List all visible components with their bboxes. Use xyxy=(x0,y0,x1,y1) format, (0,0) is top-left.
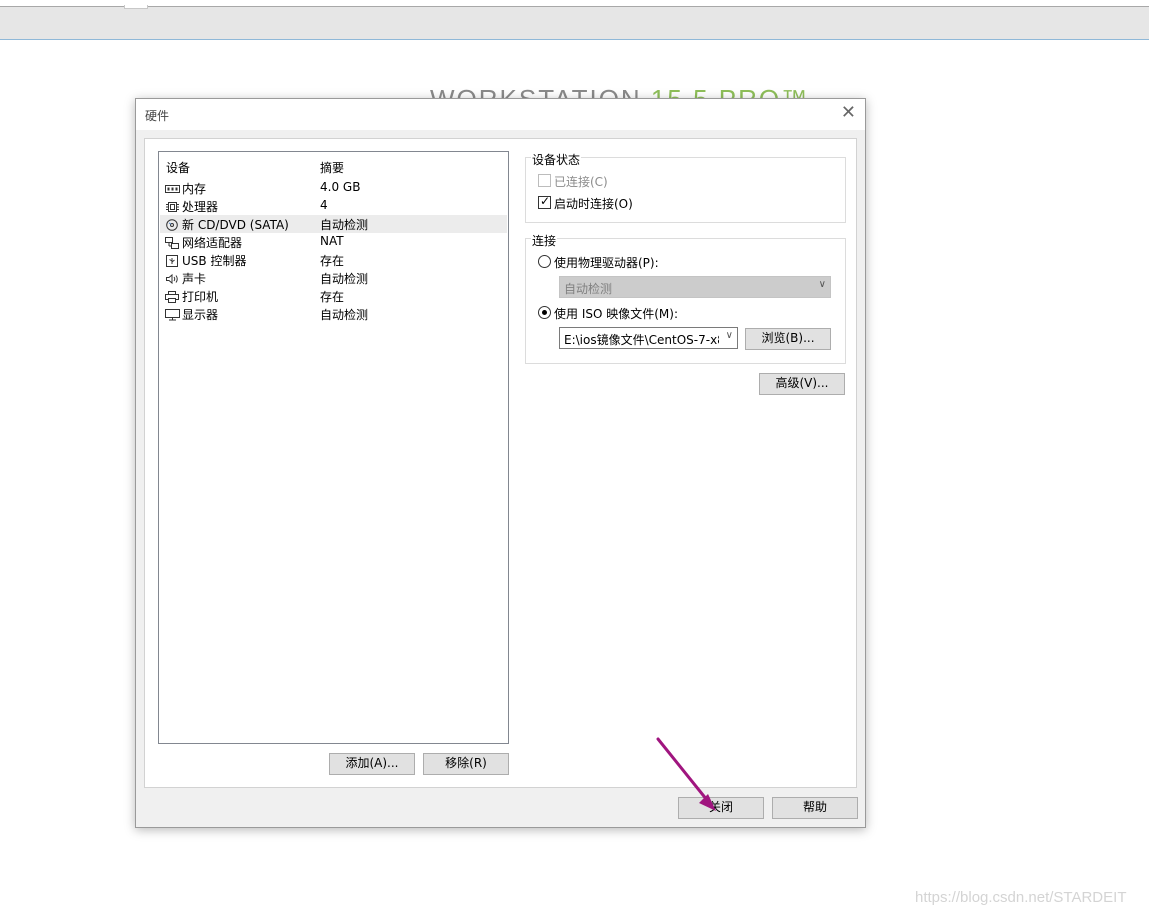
chevron-down-icon: ∨ xyxy=(725,330,733,341)
physical-drive-radio[interactable] xyxy=(538,255,551,268)
device-status-legend: 设备状态 xyxy=(531,151,582,168)
help-button[interactable]: 帮助 xyxy=(772,797,858,819)
advanced-button[interactable]: 高级(V)... xyxy=(759,373,845,395)
radio-selected-dot xyxy=(542,310,547,315)
device-name: 显示器 xyxy=(182,308,219,322)
column-header-device: 设备 xyxy=(166,161,191,175)
column-header-summary: 摘要 xyxy=(320,161,345,175)
device-row-printer[interactable]: 打印机 存在 xyxy=(160,287,507,305)
device-summary: 存在 xyxy=(320,254,345,268)
device-name: 声卡 xyxy=(182,272,207,286)
device-name: 打印机 xyxy=(182,290,219,304)
device-summary: 4 xyxy=(320,198,328,212)
watermark-text: https://blog.csdn.net/STARDEIT xyxy=(915,889,1127,906)
device-list-header: 设备 摘要 xyxy=(166,159,496,177)
processor-icon xyxy=(165,201,180,213)
dialog-content-panel: 设备 摘要 内存 4.0 GB 处理器 4 新 CD/DVD (SATA) 自动… xyxy=(144,138,857,788)
device-name: 网络适配器 xyxy=(182,236,243,250)
device-name: USB 控制器 xyxy=(182,254,247,268)
display-icon xyxy=(165,309,180,321)
iso-path-value: E:\ios镜像文件\CentOS-7-x8 xyxy=(564,333,719,347)
device-name: 处理器 xyxy=(182,200,219,214)
dialog-title: 硬件 xyxy=(145,109,170,123)
device-summary: 自动检测 xyxy=(320,272,369,286)
connect-on-power-on-label: 启动时连接(O) xyxy=(554,197,633,211)
device-summary: 4.0 GB xyxy=(320,180,361,194)
device-list[interactable]: 设备 摘要 内存 4.0 GB 处理器 4 新 CD/DVD (SATA) 自动… xyxy=(158,151,509,744)
chevron-down-icon: ∨ xyxy=(818,279,826,290)
usb-icon xyxy=(165,255,180,267)
close-icon[interactable]: ✕ xyxy=(841,103,856,123)
network-adapter-icon xyxy=(165,237,180,249)
device-row-memory[interactable]: 内存 4.0 GB xyxy=(160,179,507,197)
remove-device-button[interactable]: 移除(R) xyxy=(423,753,509,775)
device-row-cd-dvd[interactable]: 新 CD/DVD (SATA) 自动检测 xyxy=(160,215,507,233)
iso-path-select[interactable]: E:\ios镜像文件\CentOS-7-x8 ∨ xyxy=(559,327,738,349)
printer-icon xyxy=(165,291,180,303)
browse-button[interactable]: 浏览(B)... xyxy=(745,328,831,350)
host-toolbar xyxy=(0,5,1149,40)
device-name: 新 CD/DVD (SATA) xyxy=(182,218,289,232)
device-name: 内存 xyxy=(182,182,207,196)
iso-file-radio[interactable] xyxy=(538,306,551,319)
connection-legend: 连接 xyxy=(531,232,558,249)
device-row-network-adapter[interactable]: 网络适配器 NAT xyxy=(160,233,507,251)
memory-icon xyxy=(165,183,180,195)
add-device-button[interactable]: 添加(A)... xyxy=(329,753,415,775)
physical-drive-select[interactable]: 自动检测 ∨ xyxy=(559,276,831,298)
device-summary: NAT xyxy=(320,234,344,248)
close-button[interactable]: 关闭 xyxy=(678,797,764,819)
device-summary: 存在 xyxy=(320,290,345,304)
toolbar-tab-stub xyxy=(124,5,148,9)
device-row-sound-card[interactable]: 声卡 自动检测 xyxy=(160,269,507,287)
device-row-usb-controller[interactable]: USB 控制器 存在 xyxy=(160,251,507,269)
physical-drive-value: 自动检测 xyxy=(564,282,613,296)
physical-drive-label: 使用物理驱动器(P): xyxy=(554,256,659,270)
device-row-processor[interactable]: 处理器 4 xyxy=(160,197,507,215)
device-summary: 自动检测 xyxy=(320,308,369,322)
iso-file-label: 使用 ISO 映像文件(M): xyxy=(554,307,678,321)
device-summary: 自动检测 xyxy=(320,218,369,232)
cd-dvd-icon xyxy=(165,219,180,231)
connect-on-power-on-checkbox[interactable]: ✓ xyxy=(538,194,551,209)
checkmark-icon: ✓ xyxy=(540,194,551,208)
connected-checkbox[interactable] xyxy=(538,174,551,187)
device-row-display[interactable]: 显示器 自动检测 xyxy=(160,305,507,323)
dialog-titlebar: 硬件 ✕ xyxy=(136,99,865,130)
hardware-dialog: 硬件 ✕ 设备 摘要 内存 4.0 GB 处理器 4 新 CD/DVD (SAT… xyxy=(135,98,866,828)
connected-label: 已连接(C) xyxy=(554,175,608,189)
sound-card-icon xyxy=(165,273,180,285)
